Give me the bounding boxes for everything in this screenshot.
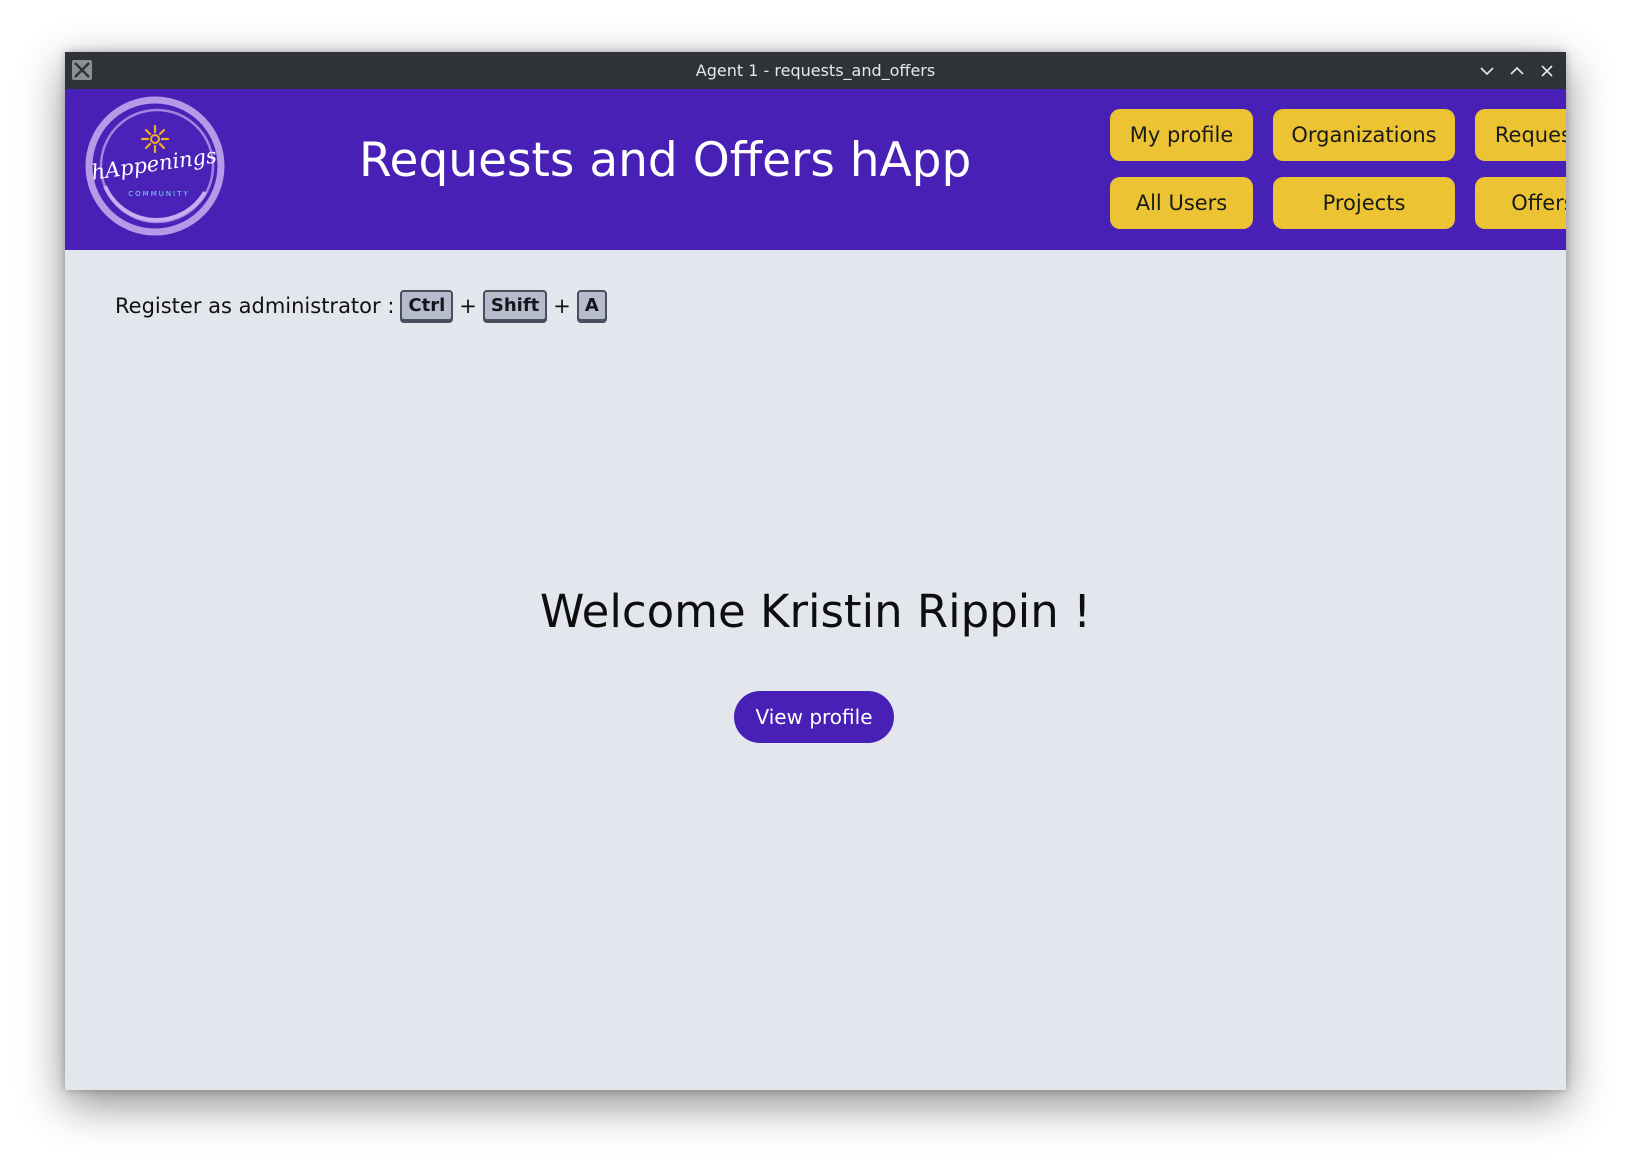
close-button[interactable] (1536, 60, 1558, 82)
chevron-up-icon (1510, 66, 1524, 75)
view-profile-button[interactable]: View profile (734, 691, 894, 743)
window-title: Agent 1 - requests_and_offers (695, 61, 936, 80)
minimize-button[interactable] (1476, 60, 1498, 82)
kbd-separator: + (553, 293, 571, 318)
app-window: Agent 1 - requests_and_offers hAppenings… (65, 52, 1566, 1090)
nav-all-users-button[interactable]: All Users (1110, 177, 1253, 229)
nav-my-profile-button[interactable]: My profile (1110, 109, 1253, 161)
window-titlebar[interactable]: Agent 1 - requests_and_offers (65, 52, 1566, 89)
admin-hint-label: Register as administrator : (115, 293, 395, 318)
window-controls (1476, 52, 1558, 89)
nav-projects-button[interactable]: Projects (1273, 177, 1455, 229)
admin-shortcut-hint: Register as administrator : Ctrl + Shift… (115, 290, 607, 321)
happenings-logo[interactable]: hAppenings COMMUNITY (85, 96, 225, 236)
kbd-shift: Shift (482, 290, 548, 321)
nav-requests-button[interactable]: Requests (1475, 109, 1566, 161)
main-content: Register as administrator : Ctrl + Shift… (65, 250, 1566, 1090)
nav-offers-button[interactable]: Offers (1475, 177, 1566, 229)
nav-organizations-button[interactable]: Organizations (1273, 109, 1455, 161)
close-icon (1541, 64, 1553, 77)
logo-subtext: COMMUNITY (128, 190, 189, 198)
kbd-a: A (576, 290, 607, 321)
chevron-down-icon (1480, 66, 1494, 75)
kbd-ctrl: Ctrl (400, 290, 454, 321)
kbd-separator: + (459, 293, 477, 318)
app-title: Requests and Offers hApp (359, 133, 972, 188)
app-header: hAppenings COMMUNITY Requests and Offers… (65, 89, 1566, 250)
welcome-heading: Welcome Kristin Rippin ! (539, 585, 1092, 638)
maximize-button[interactable] (1506, 60, 1528, 82)
